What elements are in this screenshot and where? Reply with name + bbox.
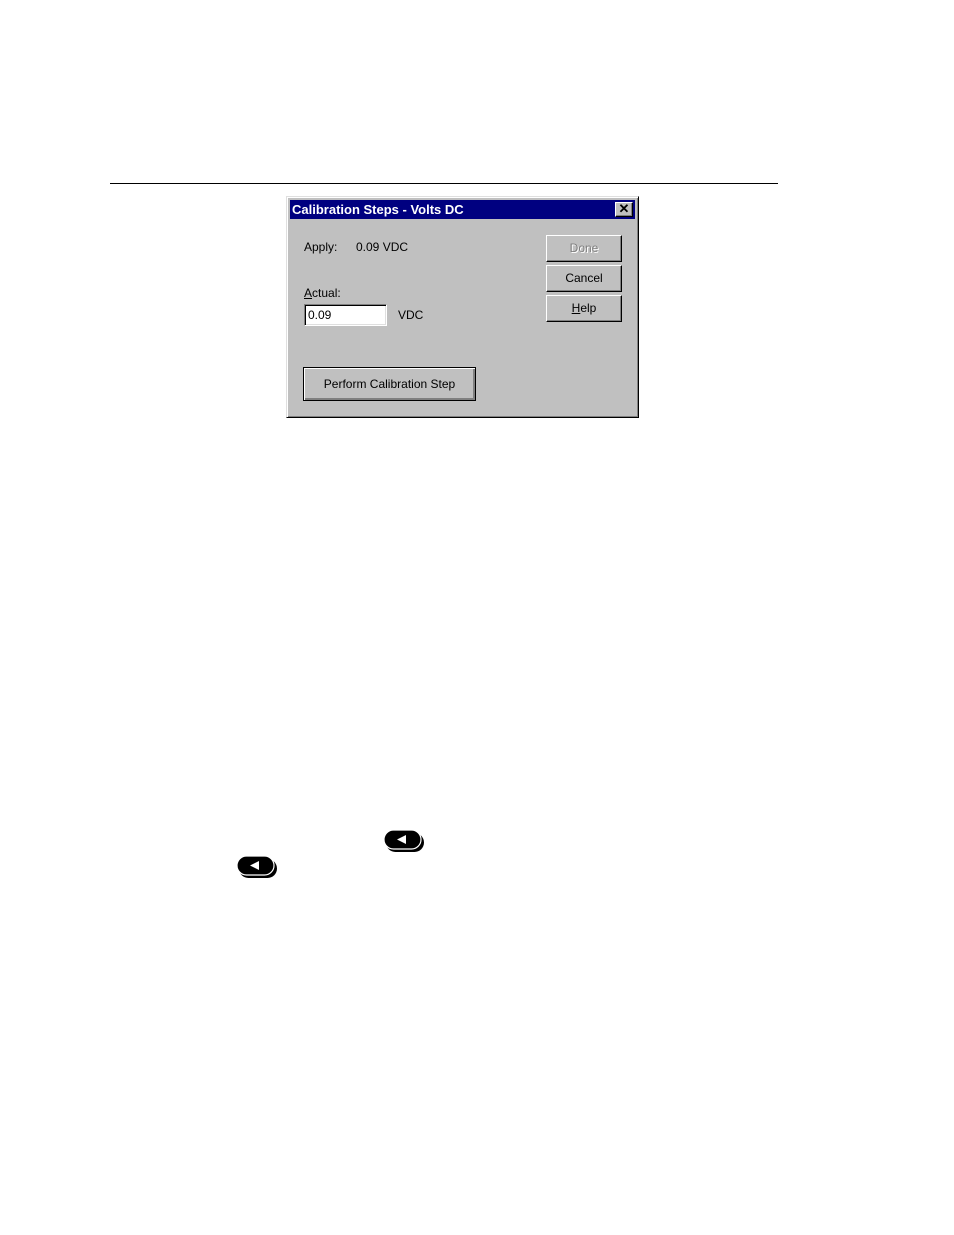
- apply-label: Apply:: [304, 240, 338, 254]
- close-icon: ✕: [618, 201, 630, 216]
- help-button[interactable]: Help: [546, 295, 622, 322]
- actual-value-text: 0.09: [308, 308, 332, 322]
- perform-calibration-step-button[interactable]: Perform Calibration Step: [303, 367, 476, 401]
- left-arrow-key-icon: [383, 829, 424, 852]
- help-button-rest: elp: [580, 301, 597, 315]
- page-header-rule: [110, 183, 778, 184]
- actual-label-rest: ctual:: [312, 286, 341, 300]
- calibration-dialog: Calibration Steps - Volts DC ✕ Apply: 0.…: [286, 196, 639, 418]
- cancel-button[interactable]: Cancel: [546, 265, 622, 292]
- done-button[interactable]: Done: [546, 235, 622, 262]
- close-button[interactable]: ✕: [615, 202, 633, 217]
- apply-value: 0.09 VDC: [356, 240, 409, 254]
- actual-label-mnemonic: A: [304, 286, 313, 300]
- left-arrow-key-icon: [236, 855, 277, 878]
- actual-value-input[interactable]: 0.09: [304, 304, 387, 326]
- dialog-titlebar: Calibration Steps - Volts DC ✕: [290, 200, 635, 219]
- actual-unit-label: VDC: [398, 308, 424, 322]
- dialog-title: Calibration Steps - Volts DC: [292, 202, 464, 217]
- actual-label: Actual:: [304, 286, 341, 300]
